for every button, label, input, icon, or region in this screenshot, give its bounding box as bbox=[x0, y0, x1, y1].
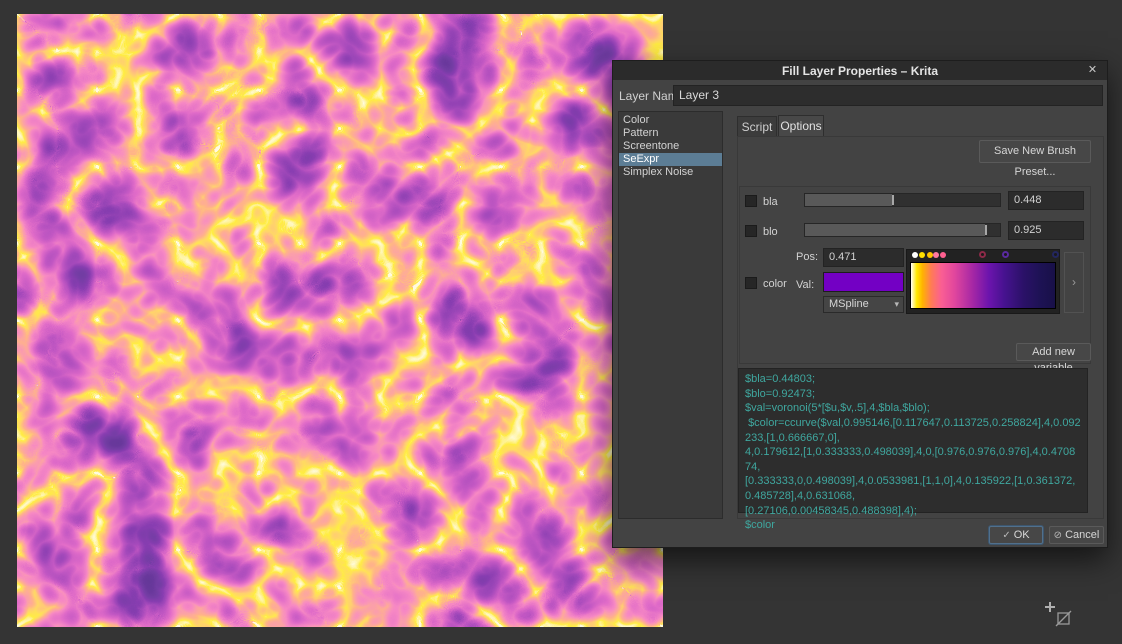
gradient-stop[interactable] bbox=[940, 252, 946, 258]
blo-slider-fill bbox=[805, 224, 985, 236]
bla-slider-fill bbox=[805, 194, 892, 206]
bla-checkbox[interactable] bbox=[745, 195, 757, 207]
seexpr-script-editor[interactable]: $bla=0.44803; $blo=0.92473; $val=voronoi… bbox=[738, 368, 1088, 513]
gradient-stop[interactable] bbox=[919, 252, 925, 258]
ok-label: OK bbox=[1014, 529, 1030, 541]
save-new-brush-preset-button[interactable]: Save New Brush Preset... bbox=[979, 140, 1091, 163]
gradient-stop[interactable] bbox=[927, 252, 933, 258]
gradient-stop-row[interactable] bbox=[909, 250, 1057, 261]
next-variable-button[interactable]: › bbox=[1064, 252, 1084, 313]
interpolation-dropdown[interactable]: MSpline ▾ bbox=[823, 296, 904, 313]
tab-options[interactable]: Options bbox=[778, 115, 824, 137]
blo-checkbox[interactable] bbox=[745, 225, 757, 237]
gradient-bar[interactable] bbox=[910, 262, 1056, 309]
gradient-stop[interactable] bbox=[933, 252, 939, 258]
list-item-seexpr[interactable]: SeExpr bbox=[619, 153, 722, 166]
list-item-color[interactable]: Color bbox=[619, 114, 722, 127]
gradient-stop[interactable] bbox=[1052, 251, 1059, 258]
list-item-screentone[interactable]: Screentone bbox=[619, 140, 722, 153]
transform-cursor bbox=[1042, 600, 1076, 630]
blo-label: blo bbox=[763, 226, 778, 238]
chevron-down-icon: ▾ bbox=[894, 297, 899, 312]
tab-script[interactable]: Script bbox=[737, 116, 777, 137]
blo-slider[interactable] bbox=[804, 223, 1001, 237]
color-label: color bbox=[763, 278, 787, 290]
gradient-editor[interactable] bbox=[906, 249, 1060, 314]
bla-slider-handle[interactable] bbox=[892, 195, 894, 205]
list-item-simplex-noise[interactable]: Simplex Noise bbox=[619, 166, 722, 179]
gradient-stop[interactable] bbox=[979, 251, 986, 258]
fill-layer-properties-dialog: Fill Layer Properties – Krita ✕ Layer Na… bbox=[612, 60, 1108, 548]
cancel-label: Cancel bbox=[1065, 529, 1099, 541]
cancel-button[interactable]: ⊘Cancel bbox=[1049, 526, 1104, 544]
ok-button[interactable]: ✓ OK bbox=[989, 526, 1043, 544]
bla-value-field[interactable]: 0.448 bbox=[1008, 191, 1084, 210]
pos-value-field[interactable]: 0.471 bbox=[823, 248, 904, 267]
checkmark-icon: ✓ bbox=[1002, 530, 1010, 541]
gradient-stop[interactable] bbox=[912, 252, 918, 258]
color-value-swatch[interactable] bbox=[823, 272, 904, 292]
val-label: Val: bbox=[796, 279, 814, 291]
cancel-icon: ⊘ bbox=[1054, 530, 1062, 541]
gradient-stop[interactable] bbox=[1002, 251, 1009, 258]
dialog-title: Fill Layer Properties – Krita bbox=[782, 64, 938, 78]
add-new-variable-button[interactable]: Add new variable bbox=[1016, 343, 1091, 361]
layer-name-input[interactable]: Layer 3 bbox=[673, 85, 1103, 106]
generator-type-list: Color Pattern Screentone SeExpr Simplex … bbox=[618, 111, 723, 519]
pos-label: Pos: bbox=[796, 251, 818, 263]
color-checkbox[interactable] bbox=[745, 277, 757, 289]
noise-preview-image bbox=[17, 14, 663, 627]
bla-slider[interactable] bbox=[804, 193, 1001, 207]
list-item-pattern[interactable]: Pattern bbox=[619, 127, 722, 140]
interpolation-value: MSpline bbox=[829, 298, 869, 310]
blo-slider-handle[interactable] bbox=[985, 225, 987, 235]
blo-value-field[interactable]: 0.925 bbox=[1008, 221, 1084, 240]
dialog-titlebar[interactable]: Fill Layer Properties – Krita ✕ bbox=[613, 61, 1107, 80]
close-icon[interactable]: ✕ bbox=[1085, 63, 1100, 78]
bla-label: bla bbox=[763, 196, 778, 208]
document-canvas[interactable] bbox=[17, 14, 663, 627]
